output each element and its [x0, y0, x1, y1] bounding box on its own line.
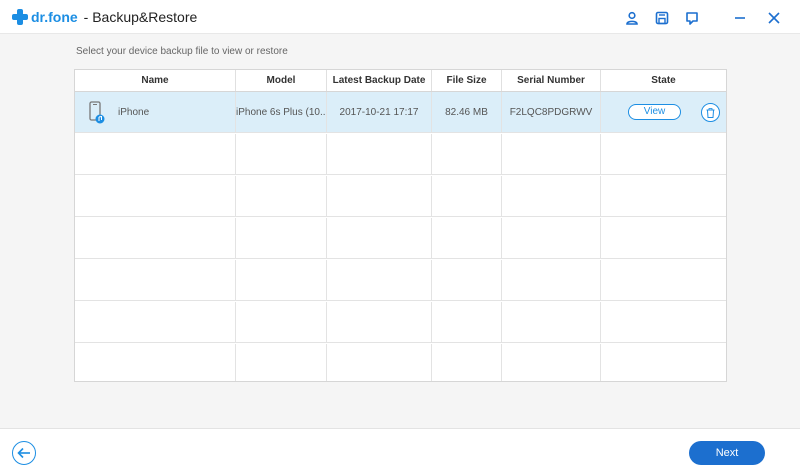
empty-cell: [432, 134, 502, 175]
user-icon[interactable]: [622, 8, 642, 28]
table-header: Name Model Latest Backup Date File Size …: [75, 70, 726, 104]
empty-row: [75, 134, 726, 175]
title-bar: dr.fone - Backup&Restore: [0, 0, 800, 34]
empty-row: [75, 218, 726, 259]
empty-cell: [327, 134, 432, 175]
column-header-serial[interactable]: Serial Number: [502, 70, 601, 91]
date-cell: 2017-10-21 17:17: [327, 92, 432, 133]
save-icon[interactable]: [652, 8, 672, 28]
empty-cell: [236, 260, 327, 301]
empty-cell: [601, 176, 726, 217]
title-actions: [612, 8, 784, 28]
close-icon[interactable]: [764, 8, 784, 28]
serial-cell: F2LQC8PDGRWV: [502, 92, 601, 133]
empty-cell: [432, 218, 502, 259]
empty-cell: [327, 218, 432, 259]
empty-row: [75, 176, 726, 217]
empty-cell: [327, 302, 432, 343]
empty-cell: [327, 344, 432, 381]
empty-cell: [236, 218, 327, 259]
instruction-text: Select your device backup file to view o…: [76, 46, 288, 57]
empty-cell: [236, 302, 327, 343]
minimize-icon[interactable]: [730, 8, 750, 28]
backup-table: Name Model Latest Backup Date File Size …: [74, 69, 727, 382]
empty-cell: [327, 260, 432, 301]
column-header-date[interactable]: Latest Backup Date: [327, 70, 432, 104]
delete-button[interactable]: [701, 103, 720, 122]
name-cell: iPhone: [75, 92, 236, 133]
empty-cell: [432, 260, 502, 301]
app-logo: dr.fone - Backup&Restore: [12, 8, 197, 26]
empty-cell: [75, 344, 236, 381]
iphone-backup-icon: [89, 101, 105, 125]
empty-cell: [75, 260, 236, 301]
empty-cell: [75, 134, 236, 175]
empty-cell: [432, 176, 502, 217]
empty-cell: [601, 302, 726, 343]
model-cell: iPhone 6s Plus (10...: [236, 92, 327, 133]
empty-cell: [601, 134, 726, 175]
empty-cell: [601, 260, 726, 301]
next-button[interactable]: Next: [689, 441, 765, 465]
empty-cell: [236, 134, 327, 175]
feedback-icon[interactable]: [682, 8, 702, 28]
device-name: iPhone: [118, 107, 150, 118]
table-row[interactable]: iPhone iPhone 6s Plus (10... 2017-10-21 …: [75, 92, 726, 133]
view-button[interactable]: View: [628, 104, 681, 120]
empty-cell: [236, 344, 327, 381]
empty-cell: [502, 218, 601, 259]
window-title: - Backup&Restore: [83, 9, 198, 25]
empty-cell: [75, 302, 236, 343]
size-cell: 82.46 MB: [432, 92, 502, 133]
empty-cell: [502, 344, 601, 381]
empty-cell: [502, 134, 601, 175]
back-button[interactable]: [12, 441, 36, 465]
empty-cell: [75, 176, 236, 217]
arrow-left-icon: [17, 447, 30, 459]
empty-cell: [601, 344, 726, 381]
trash-icon: [706, 107, 715, 118]
column-header-model[interactable]: Model: [236, 70, 327, 91]
empty-cell: [432, 344, 502, 381]
column-header-date-label: Latest Backup Date: [332, 75, 426, 86]
column-header-name[interactable]: Name: [75, 70, 236, 91]
empty-cell: [502, 176, 601, 217]
state-cell: View: [601, 92, 726, 133]
empty-cell: [327, 176, 432, 217]
empty-cell: [75, 218, 236, 259]
brand-name: dr.fone: [31, 9, 78, 25]
empty-cell: [502, 260, 601, 301]
empty-cell: [601, 218, 726, 259]
column-header-state[interactable]: State: [601, 70, 726, 91]
empty-cell: [432, 302, 502, 343]
empty-cell: [502, 302, 601, 343]
drfone-logo-icon: [12, 9, 28, 25]
empty-row: [75, 302, 726, 343]
column-header-size[interactable]: File Size: [432, 70, 502, 91]
empty-row: [75, 344, 726, 381]
empty-cell: [236, 176, 327, 217]
empty-row: [75, 260, 726, 301]
footer-bar: Next: [0, 428, 800, 476]
